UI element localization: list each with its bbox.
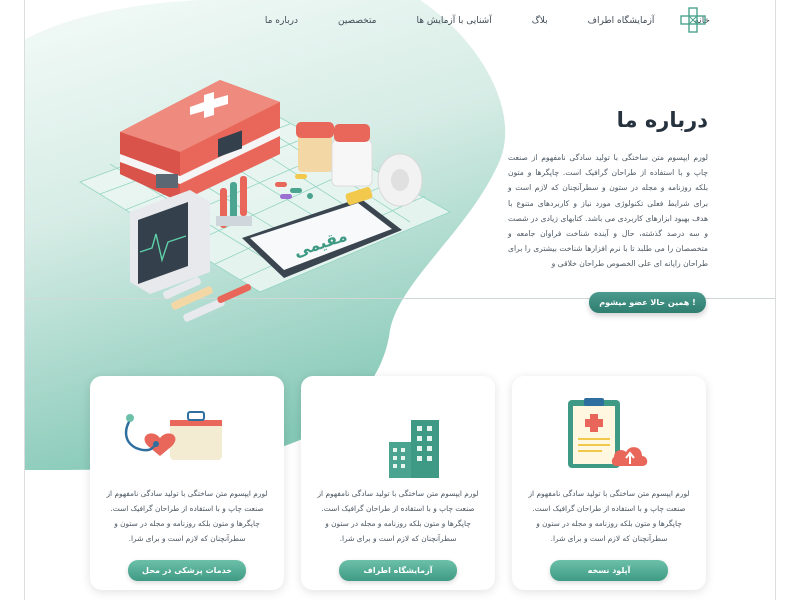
nav-item-specialists[interactable]: متخصصین (338, 16, 377, 26)
medical-kit-stethoscope-icon (124, 411, 222, 460)
main-nav: خانه آزمایشگاه اطراف بلاگ آشنایی با آزما… (265, 8, 710, 34)
buildings-icon (389, 420, 439, 478)
nav-item-blog[interactable]: بلاگ (532, 16, 548, 26)
page-title: درباره ما (616, 108, 708, 132)
nearby-labs-button[interactable]: آزمایشگاه اطراف (339, 560, 457, 581)
nav-item-tests[interactable]: آشنایی با آزمایش ها (417, 16, 492, 26)
card-description: لورم ایپسوم متن ساختگی با تولید سادگی نا… (528, 489, 690, 543)
page: خانه آزمایشگاه اطراف بلاگ آشنایی با آزما… (0, 0, 800, 600)
left-edge-line (24, 0, 25, 600)
service-card-home-medical: لورم ایپسوم متن ساختگی با تولید سادگی نا… (90, 376, 284, 590)
service-card-nearby-labs: لورم ایپسوم متن ساختگی با تولید سادگی نا… (301, 376, 495, 590)
logo-icon[interactable] (680, 7, 706, 33)
right-edge-line (775, 0, 776, 600)
upload-prescription-button[interactable]: آپلود نسخه (550, 560, 668, 581)
hero-illustration: مقیمی (79, 80, 451, 322)
about-paragraph: لورم ایپسوم متن ساختگی با تولید سادگی نا… (508, 153, 708, 269)
card-description: لورم ایپسوم متن ساختگی با تولید سادگی نا… (317, 489, 479, 543)
bandage-roll-icon (377, 153, 423, 207)
nav-item-about[interactable]: درباره ما (265, 16, 298, 26)
card-description: لورم ایپسوم متن ساختگی با تولید سادگی نا… (106, 489, 268, 543)
home-medical-services-button[interactable]: خدمات پزشکی در محل (128, 560, 246, 581)
join-now-button[interactable]: همین حالا عضو میشوم ! (589, 292, 706, 313)
nav-item-nearby-labs[interactable]: آزمایشگاه اطراف (588, 16, 655, 26)
clipboard-upload-icon (568, 398, 648, 468)
service-card-upload-prescription: لورم ایپسوم متن ساختگی با تولید سادگی نا… (512, 376, 706, 590)
